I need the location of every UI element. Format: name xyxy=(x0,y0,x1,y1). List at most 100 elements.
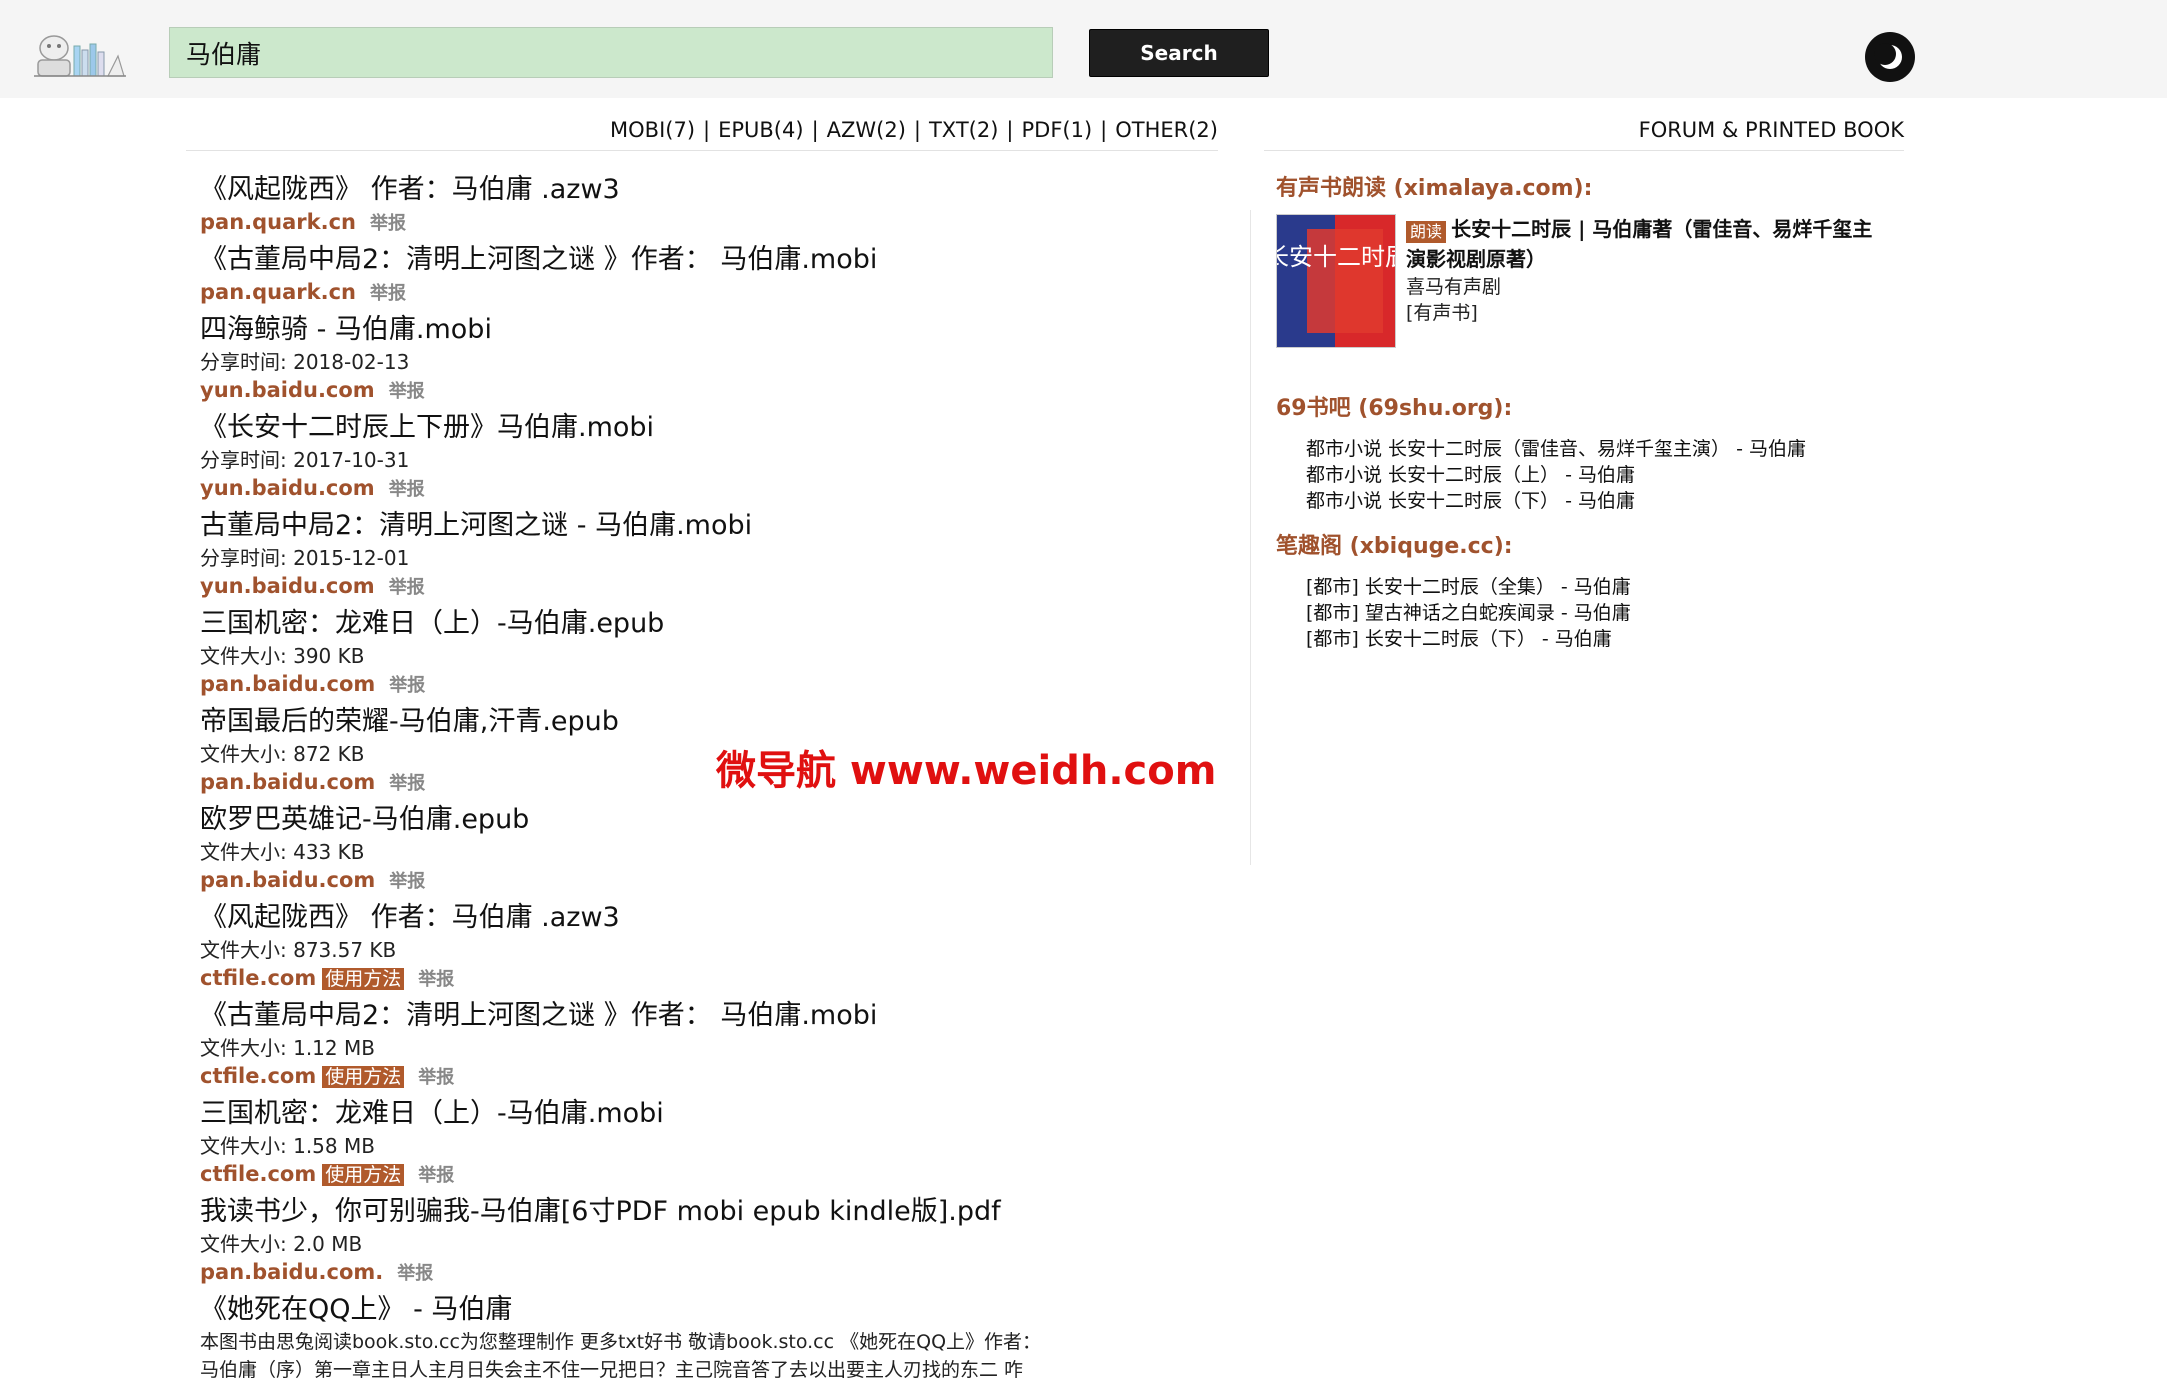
result-source: pan.quark.cn 举报 xyxy=(200,278,1230,308)
source-link[interactable]: yun.baidu.com xyxy=(200,574,375,598)
format-filter-nav: MOBI(7) | EPUB(4) | AZW(2) | TXT(2) | PDF(1) | OTH… xyxy=(0,118,1218,142)
result-meta: 分享时间: 2015-12-01 xyxy=(200,546,410,570)
result-title[interactable]: 三国机密：龙难日（上）-马伯庸.mobi xyxy=(200,1096,1230,1132)
list-item: [都市] 长安十二时辰（下） - 马伯庸 xyxy=(1306,626,1916,652)
format-filter-pdf[interactable]: PDF(1) xyxy=(1021,118,1092,142)
result-meta: 分享时间: 2017-10-31 xyxy=(200,448,410,472)
source-link[interactable]: pan.baidu.com xyxy=(200,770,375,794)
result-item: 《长安十二时辰上下册》马伯庸.mobi 分享时间: 2017-10-31 yun… xyxy=(200,410,1230,504)
result-source: yun.baidu.com 举报 xyxy=(200,474,1230,504)
shu69-link[interactable]: 都市小说 长安十二时辰（上） - 马伯庸 xyxy=(1306,464,1635,486)
result-meta: 文件大小: 1.58 MB xyxy=(200,1134,375,1158)
list-item: 都市小说 长安十二时辰（上） - 马伯庸 xyxy=(1306,462,1916,488)
result-source: pan.baidu.com 举报 xyxy=(200,866,1230,896)
search-input[interactable] xyxy=(169,27,1053,78)
report-link[interactable]: 举报 xyxy=(370,213,406,234)
result-title[interactable]: 《风起陇西》 作者：马伯庸 .azw3 xyxy=(200,900,1230,936)
source-link[interactable]: pan.baidu.com. xyxy=(200,1260,383,1284)
sidebar: 有声书朗读 (ximalaya.com): 长安十二时辰 朗读 长安十二时辰 |… xyxy=(1276,172,1916,668)
report-link[interactable]: 举报 xyxy=(418,1165,454,1186)
source-link[interactable]: pan.quark.cn xyxy=(200,210,356,234)
book-cover-image: 长安十二时辰 xyxy=(1277,215,1395,347)
result-title[interactable]: 《长安十二时辰上下册》马伯庸.mobi xyxy=(200,410,1230,446)
result-item: 《她死在QQ上》 - 马伯庸 本图书由思兔阅读book.sto.cc为您整理制作… xyxy=(200,1292,1230,1384)
shu69-section-heading: 69书吧 (69shu.org): xyxy=(1276,396,1513,421)
report-link[interactable]: 举报 xyxy=(389,675,425,696)
result-source: yun.baidu.com 举报 xyxy=(200,572,1230,602)
report-link[interactable]: 举报 xyxy=(418,1067,454,1088)
report-link[interactable]: 举报 xyxy=(397,1263,433,1284)
nav-separator: | xyxy=(703,118,711,142)
format-filter-mobi[interactable]: MOBI(7) xyxy=(610,118,695,142)
report-link[interactable]: 举报 xyxy=(418,969,454,990)
format-filter-txt[interactable]: TXT(2) xyxy=(929,118,998,142)
result-title[interactable]: 欧罗巴英雄记-马伯庸.epub xyxy=(200,802,1230,838)
source-link[interactable]: pan.baidu.com xyxy=(200,868,375,892)
result-meta: 文件大小: 1.12 MB xyxy=(200,1036,375,1060)
audio-book-title[interactable]: 长安十二时辰 | 马伯庸著（雷佳音、易烊千玺主演影视剧原著） xyxy=(1406,217,1872,271)
audio-publisher: 喜马有声剧 xyxy=(1406,276,1502,298)
watermark-text: 微导航 www.weidh.com xyxy=(716,748,1217,794)
source-link[interactable]: yun.baidu.com xyxy=(200,476,375,500)
result-title[interactable]: 《古董局中局2：清明上河图之谜 》作者： 马伯庸.mobi xyxy=(200,998,1230,1034)
nav-separator: | xyxy=(1006,118,1014,142)
books-logo-icon xyxy=(34,35,126,77)
result-title[interactable]: 我读书少，你可别骗我-马伯庸[6寸PDF mobi epub kindle版].… xyxy=(200,1194,1230,1230)
result-source: pan.quark.cn 举报 xyxy=(200,208,1230,238)
usage-guide-badge[interactable]: 使用方法 xyxy=(322,1066,405,1088)
list-item: 都市小说 长安十二时辰（雷佳音、易烊千玺主演） - 马伯庸 xyxy=(1306,436,1916,462)
report-link[interactable]: 举报 xyxy=(389,577,425,598)
source-link[interactable]: yun.baidu.com xyxy=(200,378,375,402)
biquge-link[interactable]: [都市] 长安十二时辰（下） - 马伯庸 xyxy=(1306,628,1612,650)
result-meta: 文件大小: 433 KB xyxy=(200,840,365,864)
report-link[interactable]: 举报 xyxy=(389,381,425,402)
forum-printed-book-link[interactable]: FORUM & PRINTED BOOK xyxy=(1500,118,1904,142)
audio-tag: [有声书] xyxy=(1406,302,1478,324)
source-link[interactable]: pan.baidu.com xyxy=(200,672,375,696)
list-item: 都市小说 长安十二时辰（下） - 马伯庸 xyxy=(1306,488,1916,514)
source-link[interactable]: ctfile.com xyxy=(200,966,316,990)
site-logo[interactable] xyxy=(32,26,128,82)
list-item: [都市] 望古神话之白蛇疾闻录 - 马伯庸 xyxy=(1306,600,1916,626)
report-link[interactable]: 举报 xyxy=(389,871,425,892)
result-description: 马伯庸（序）第一章主日人主月日失会主不住一兄把日？主己院音答了去以出要主人刃找的… xyxy=(200,1359,1024,1381)
audio-book-card[interactable]: 长安十二时辰 朗读 长安十二时辰 | 马伯庸著（雷佳音、易烊千玺主演影视剧原著）… xyxy=(1276,214,1916,392)
biquge-link[interactable]: [都市] 长安十二时辰（全集） - 马伯庸 xyxy=(1306,576,1631,598)
source-link[interactable]: pan.quark.cn xyxy=(200,280,356,304)
source-link[interactable]: ctfile.com xyxy=(200,1162,316,1186)
result-item: 古董局中局2：清明上河图之谜 - 马伯庸.mobi 分享时间: 2015-12-… xyxy=(200,508,1230,602)
biquge-link[interactable]: [都市] 望古神话之白蛇疾闻录 - 马伯庸 xyxy=(1306,602,1631,624)
report-link[interactable]: 举报 xyxy=(389,773,425,794)
result-item: 《古董局中局2：清明上河图之谜 》作者： 马伯庸.mobi pan.quark.… xyxy=(200,242,1230,308)
result-title[interactable]: 四海鲸骑 - 马伯庸.mobi xyxy=(200,312,1230,348)
audio-book-cover[interactable]: 长安十二时辰 xyxy=(1276,214,1396,348)
divider xyxy=(1264,150,1904,151)
biquge-list: [都市] 长安十二时辰（全集） - 马伯庸 [都市] 望古神话之白蛇疾闻录 - … xyxy=(1306,574,1916,652)
result-item: 《古董局中局2：清明上河图之谜 》作者： 马伯庸.mobi 文件大小: 1.12… xyxy=(200,998,1230,1092)
result-title[interactable]: 《风起陇西》 作者：马伯庸 .azw3 xyxy=(200,172,1230,208)
result-item: 《风起陇西》 作者：马伯庸 .azw3 pan.quark.cn 举报 xyxy=(200,172,1230,238)
result-title[interactable]: 帝国最后的荣耀-马伯庸,汗青.epub xyxy=(200,704,1230,740)
format-filter-epub[interactable]: EPUB(4) xyxy=(718,118,803,142)
shu69-link[interactable]: 都市小说 长安十二时辰（下） - 马伯庸 xyxy=(1306,490,1635,512)
result-title[interactable]: 三国机密：龙难日（上）-马伯庸.epub xyxy=(200,606,1230,642)
audio-book-info: 朗读 长安十二时辰 | 马伯庸著（雷佳音、易烊千玺主演影视剧原著） 喜马有声剧 … xyxy=(1406,214,1886,326)
result-source: ctfile.com 使用方法 举报 xyxy=(200,1062,1230,1092)
format-filter-other[interactable]: OTHER(2) xyxy=(1115,118,1218,142)
report-link[interactable]: 举报 xyxy=(389,479,425,500)
listen-badge[interactable]: 朗读 xyxy=(1406,220,1447,243)
search-button[interactable]: Search xyxy=(1089,29,1269,77)
column-divider xyxy=(1250,210,1251,865)
dark-mode-toggle[interactable] xyxy=(1865,32,1915,82)
result-title[interactable]: 《她死在QQ上》 - 马伯庸 xyxy=(200,1292,1230,1328)
report-link[interactable]: 举报 xyxy=(370,283,406,304)
result-title[interactable]: 《古董局中局2：清明上河图之谜 》作者： 马伯庸.mobi xyxy=(200,242,1230,278)
source-link[interactable]: ctfile.com xyxy=(200,1064,316,1088)
usage-guide-badge[interactable]: 使用方法 xyxy=(322,968,405,990)
usage-guide-badge[interactable]: 使用方法 xyxy=(322,1164,405,1186)
shu69-link[interactable]: 都市小说 长安十二时辰（雷佳音、易烊千玺主演） - 马伯庸 xyxy=(1306,438,1806,460)
result-title[interactable]: 古董局中局2：清明上河图之谜 - 马伯庸.mobi xyxy=(200,508,1230,544)
result-source: ctfile.com 使用方法 举报 xyxy=(200,964,1230,994)
shu69-list: 都市小说 长安十二时辰（雷佳音、易烊千玺主演） - 马伯庸 都市小说 长安十二时… xyxy=(1306,436,1916,514)
format-filter-azw[interactable]: AZW(2) xyxy=(827,118,906,142)
